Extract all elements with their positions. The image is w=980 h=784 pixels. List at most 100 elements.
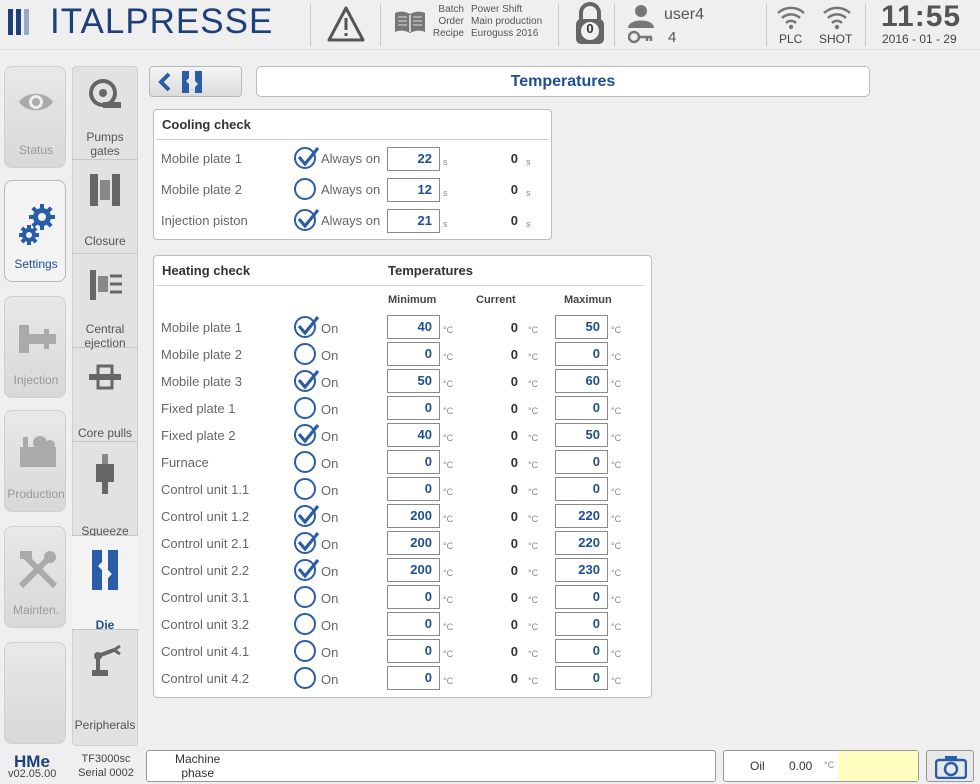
shot-label: SHOT [819,32,853,46]
unit-label: °C [528,460,539,470]
max-temp-input[interactable]: 0 [555,585,608,609]
subtab-squeeze[interactable]: Squeeze [72,442,138,538]
max-temp-input[interactable]: 0 [555,450,608,474]
user-icon[interactable] [626,4,656,28]
subtab-pumps-gates[interactable]: Pumps gates [72,66,138,160]
heating-checkbox[interactable] [294,368,320,392]
cooling-current-value: 0 [510,151,518,166]
on-label: On [321,672,339,687]
min-temp-input[interactable]: 0 [387,342,440,366]
on-label: On [321,429,339,444]
heating-checkbox[interactable] [294,341,318,365]
cooling-checkbox[interactable] [294,176,318,200]
min-temp-input[interactable]: 0 [387,477,440,501]
heating-checkbox[interactable] [294,395,318,419]
max-temp-input[interactable]: 220 [555,531,608,555]
on-label: On [321,348,339,363]
min-temp-input[interactable]: 0 [387,396,440,420]
robot-arm-icon [92,644,121,676]
min-temp-input[interactable]: 200 [387,558,440,582]
max-temp-input[interactable]: 60 [555,369,608,393]
camera-icon [935,756,967,779]
min-temp-input[interactable]: 0 [387,612,440,636]
unit-label: °C [443,676,454,686]
min-temp-input[interactable]: 0 [387,585,440,609]
cooling-time-input[interactable]: 12 [387,178,440,202]
gears-icon [19,204,55,245]
min-temp-input[interactable]: 200 [387,531,440,555]
max-temp-input[interactable]: 0 [555,639,608,663]
batch-labels: Batch Order Recipe [432,4,464,39]
current-temp-value: 0 [510,563,518,578]
tab-maintenance[interactable]: Mainten. [4,526,66,628]
min-temp-input[interactable]: 0 [387,450,440,474]
max-temp-input[interactable]: 0 [555,612,608,636]
machine-model: TF3000sc Serial 0002 [78,753,134,779]
heating-checkbox[interactable] [294,503,320,527]
subtab-label: Central ejection [84,322,126,350]
cooling-time-input[interactable]: 21 [387,209,440,233]
cooling-time-input[interactable]: 22 [387,147,440,171]
subtab-label: Core pulls [77,426,133,440]
warning-icon[interactable] [326,5,366,43]
tab-injection[interactable]: Injection [4,296,66,398]
on-label: On [321,402,339,417]
heating-checkbox[interactable] [294,584,318,608]
cooling-checkbox[interactable] [294,145,320,169]
subtab-die[interactable]: Die [72,536,138,632]
unit-label: °C [528,514,539,524]
cooling-checkbox[interactable] [294,207,320,231]
min-temp-input[interactable]: 200 [387,504,440,528]
max-temp-input[interactable]: 50 [555,423,608,447]
subtab-core-pulls[interactable]: Core pulls [72,348,138,442]
heating-checkbox[interactable] [294,557,320,581]
heating-checkbox[interactable] [294,530,320,554]
tab-empty[interactable] [4,642,66,744]
die-icon [92,550,118,590]
heating-row-label: Control unit 3.2 [161,617,250,632]
heating-checkbox[interactable] [294,449,318,473]
min-temp-input[interactable]: 0 [387,639,440,663]
heating-row-label: Control unit 2.1 [161,536,250,551]
unit-label: °C [528,649,539,659]
heating-checkbox[interactable] [294,476,318,500]
max-temp-input[interactable]: 0 [555,342,608,366]
min-temp-input[interactable]: 40 [387,315,440,339]
unit-label: °C [528,487,539,497]
heating-checkbox[interactable] [294,422,320,446]
current-temp-value: 0 [510,347,518,362]
max-temp-input[interactable]: 50 [555,315,608,339]
heating-checkbox[interactable] [294,611,318,635]
max-temp-input[interactable]: 0 [555,396,608,420]
subtab-closure[interactable]: Closure [72,160,138,254]
machine-phase-box[interactable]: Machine phase [146,750,716,782]
min-temp-input[interactable]: 40 [387,423,440,447]
tab-status[interactable]: Status [4,66,66,168]
tab-settings[interactable]: Settings [4,180,66,282]
heating-checkbox[interactable] [294,314,320,338]
on-label: On [321,537,339,552]
back-button[interactable] [149,66,242,97]
unit-label: °C [443,514,454,524]
subtab-central-ejection[interactable]: Central ejection [72,254,138,350]
current-temp-value: 0 [510,536,518,551]
tools-icon [18,551,58,589]
max-temp-input[interactable]: 0 [555,477,608,501]
max-temp-input[interactable]: 0 [555,666,608,690]
subtab-peripherals[interactable]: Peripherals [72,630,138,732]
eye-icon [19,93,53,111]
min-temp-input[interactable]: 0 [387,666,440,690]
lock-count: 0 [586,21,594,36]
tab-production[interactable]: Production [4,410,66,512]
on-label: On [321,321,339,336]
max-temp-input[interactable]: 220 [555,504,608,528]
heating-checkbox[interactable] [294,638,318,662]
heating-row-label: Control unit 1.2 [161,509,250,524]
max-temp-input[interactable]: 230 [555,558,608,582]
unit-label: °C [611,433,622,443]
heating-checkbox[interactable] [294,665,318,689]
min-temp-input[interactable]: 50 [387,369,440,393]
unit-label: s [526,188,531,198]
order-value: Main production [471,16,543,27]
screenshot-button[interactable] [926,750,974,782]
